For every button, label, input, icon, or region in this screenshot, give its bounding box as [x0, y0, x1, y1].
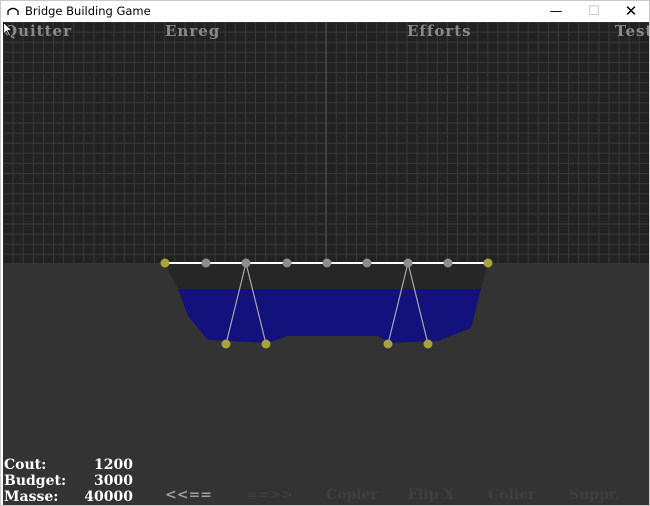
cost-label: Cout:: [4, 457, 47, 473]
anchor-point[interactable]: [423, 339, 433, 349]
minimize-button[interactable]: —: [538, 1, 574, 22]
mouse-pointer-icon: [3, 22, 13, 37]
bridge-icon: [7, 7, 19, 15]
budget-label: Budget:: [4, 473, 67, 489]
cost-value: 1200: [94, 457, 133, 473]
close-button[interactable]: ✕: [613, 1, 649, 22]
flip-x-button[interactable]: Flip X: [408, 487, 454, 503]
joint[interactable]: [403, 258, 413, 268]
stress-button[interactable]: Efforts: [407, 22, 472, 40]
mass-value: 40000: [84, 489, 133, 505]
scene[interactable]: [3, 22, 649, 505]
joint[interactable]: [362, 258, 372, 268]
anchor-point[interactable]: [261, 339, 271, 349]
window-title: Bridge Building Game: [25, 4, 151, 18]
anchor-point[interactable]: [383, 339, 393, 349]
joint[interactable]: [443, 258, 453, 268]
app-window: Bridge Building Game — ☐ ✕ Quitter Enreg…: [0, 0, 650, 506]
title-bar[interactable]: Bridge Building Game — ☐ ✕: [1, 1, 649, 22]
mass-label: Masse:: [4, 489, 59, 505]
maximize-button[interactable]: ☐: [576, 1, 612, 22]
joint[interactable]: [282, 258, 292, 268]
stats-panel: Cout: 1200 Budget: 3000 Masse: 40000: [4, 457, 139, 505]
budget-value: 3000: [94, 473, 133, 489]
redo-button[interactable]: ==>>: [246, 487, 293, 503]
joint[interactable]: [201, 258, 211, 268]
joint[interactable]: [241, 258, 251, 268]
save-button[interactable]: Enreg: [165, 22, 220, 40]
game-canvas[interactable]: Quitter Enreg Efforts Test Cout: 1200 Bu…: [3, 22, 649, 505]
delete-button[interactable]: Suppr.: [569, 487, 620, 503]
mass-row: Masse: 40000: [4, 489, 139, 505]
anchor-point[interactable]: [160, 258, 170, 268]
anchor-point[interactable]: [483, 258, 493, 268]
quit-button[interactable]: Quitter: [4, 22, 72, 40]
test-button[interactable]: Test: [615, 22, 649, 40]
anchor-point[interactable]: [221, 339, 231, 349]
cost-row: Cout: 1200: [4, 457, 139, 473]
undo-button[interactable]: <<==: [165, 487, 212, 503]
paste-button[interactable]: Coller: [488, 487, 535, 503]
budget-row: Budget: 3000: [4, 473, 139, 489]
water: [178, 289, 481, 343]
joint[interactable]: [322, 258, 332, 268]
copy-button[interactable]: Copier: [326, 487, 378, 503]
